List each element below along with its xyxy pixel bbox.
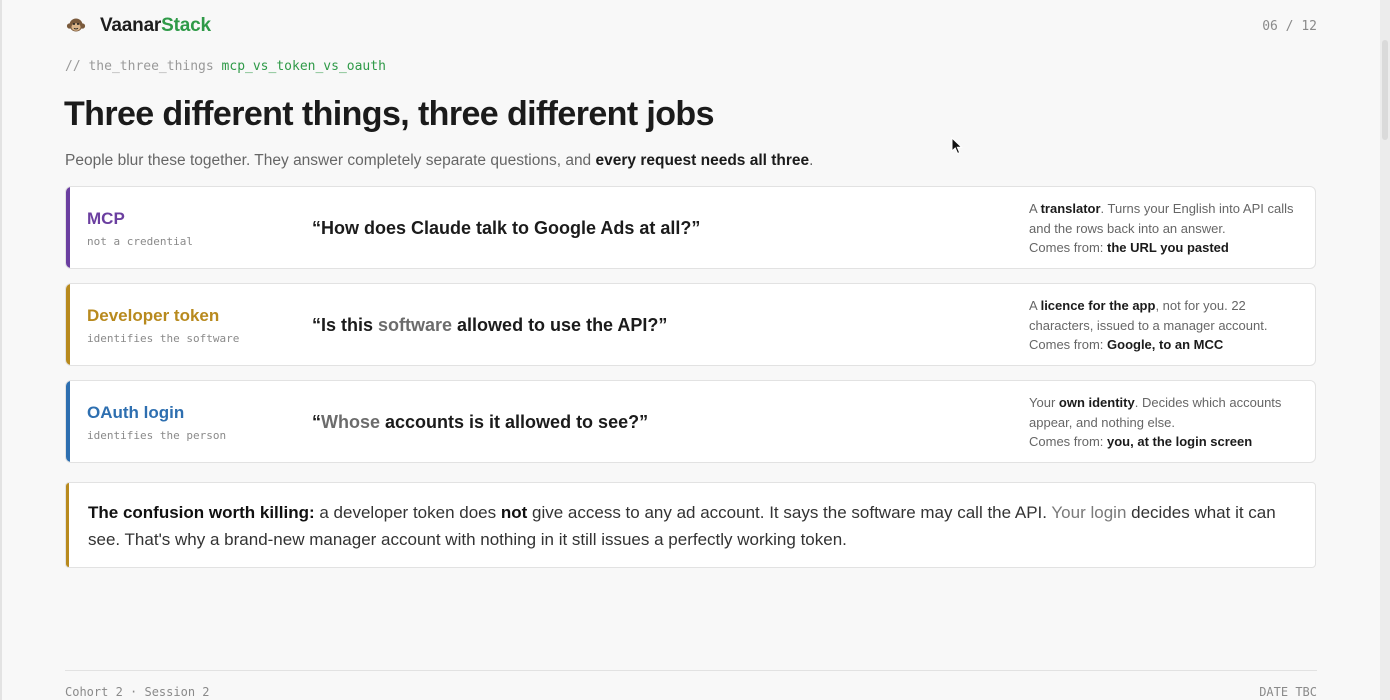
- question-part: allowed to use the API?”: [452, 315, 668, 335]
- brand-name-part2: Stack: [161, 15, 211, 36]
- desc-source-label: Comes from:: [1029, 240, 1108, 255]
- monkey-icon: [65, 15, 87, 37]
- footer-divider: [65, 670, 1317, 671]
- brand-logo: VaanarStack: [65, 15, 211, 37]
- card-tag: not a credential: [87, 235, 193, 248]
- callout-lead: The confusion worth killing:: [88, 503, 315, 522]
- page-title: Three different things, three different …: [64, 95, 714, 133]
- footer-session: Cohort 2 · Session 2: [65, 685, 210, 699]
- subtitle-text: People blur these together. They answer …: [65, 152, 592, 169]
- question-part: “: [312, 412, 321, 432]
- question-muted: software: [378, 315, 453, 335]
- desc-text: Your: [1029, 395, 1059, 410]
- slide-header: VaanarStack 06 / 12: [65, 14, 1317, 40]
- footer-date: DATE TBC: [1259, 685, 1317, 699]
- desc-source-label: Comes from:: [1029, 434, 1108, 449]
- card-description: A licence for the app, not for you. 22 c…: [1029, 296, 1299, 355]
- card-mcp: MCP not a credential “How does Claude ta…: [65, 186, 1316, 269]
- desc-source: Google, to an MCC: [1107, 337, 1224, 352]
- scrollbar[interactable]: [1380, 0, 1390, 700]
- card-description: Your own identity. Decides which account…: [1029, 393, 1299, 452]
- callout-part: give access to any ad account. It says t…: [527, 503, 1052, 522]
- card-developer-token: Developer token identifies the software …: [65, 283, 1316, 366]
- callout-emphasis: not: [500, 503, 528, 522]
- desc-source: you, at the login screen: [1107, 434, 1253, 449]
- card-accent: [66, 284, 70, 365]
- desc-source-label: Comes from:: [1029, 337, 1108, 352]
- breadcrumb-highlight: mcp_vs_token_vs_oauth: [221, 59, 386, 74]
- desc-text: A: [1029, 201, 1041, 216]
- card-title: MCP: [87, 209, 125, 228]
- question-part: “Is this: [312, 315, 379, 335]
- breadcrumb: // the_three_things mcp_vs_token_vs_oaut…: [65, 59, 386, 74]
- callout-part: a developer token does: [314, 503, 501, 522]
- window-left-edge: [0, 0, 2, 700]
- callout-text: The confusion worth killing: a developer…: [88, 499, 1285, 553]
- card-description: A translator. Turns your English into AP…: [1029, 199, 1299, 258]
- desc-bold: own identity: [1058, 395, 1135, 410]
- card-accent: [66, 381, 70, 462]
- card-question: “Whose accounts is it allowed to see?”: [312, 412, 648, 433]
- question-part: “How does Claude talk to Google Ads at a…: [312, 218, 701, 238]
- card-title: Developer token: [87, 306, 220, 325]
- card-question: “How does Claude talk to Google Ads at a…: [312, 218, 700, 239]
- question-part: accounts is it allowed to see?”: [380, 412, 649, 432]
- callout-accent: [66, 483, 69, 567]
- card-accent: [66, 187, 70, 268]
- desc-bold: licence for the app: [1040, 298, 1156, 313]
- card-tag: identifies the software: [87, 332, 240, 345]
- subtitle-end: .: [809, 152, 814, 169]
- callout-muted: Your login: [1051, 503, 1127, 522]
- card-question: “Is this software allowed to use the API…: [312, 315, 667, 336]
- page-counter: 06 / 12: [1262, 19, 1317, 34]
- callout-box: The confusion worth killing: a developer…: [65, 482, 1316, 568]
- desc-source: the URL you pasted: [1107, 240, 1229, 255]
- question-muted: Whose: [321, 412, 381, 432]
- breadcrumb-prefix: // the_three_things: [65, 59, 214, 74]
- desc-text: A: [1029, 298, 1041, 313]
- card-oauth-login: OAuth login identifies the person “Whose…: [65, 380, 1316, 463]
- brand-name-part1: Vaanar: [100, 15, 162, 36]
- scrollbar-thumb[interactable]: [1382, 40, 1388, 140]
- subtitle-bold: every request needs all three: [595, 152, 810, 169]
- page-subtitle: People blur these together. They answer …: [65, 152, 813, 170]
- brand-name: VaanarStack: [100, 15, 211, 37]
- card-tag: identifies the person: [87, 429, 227, 442]
- desc-bold: translator: [1040, 201, 1101, 216]
- card-title: OAuth login: [87, 403, 185, 422]
- mouse-cursor-icon: [951, 137, 963, 155]
